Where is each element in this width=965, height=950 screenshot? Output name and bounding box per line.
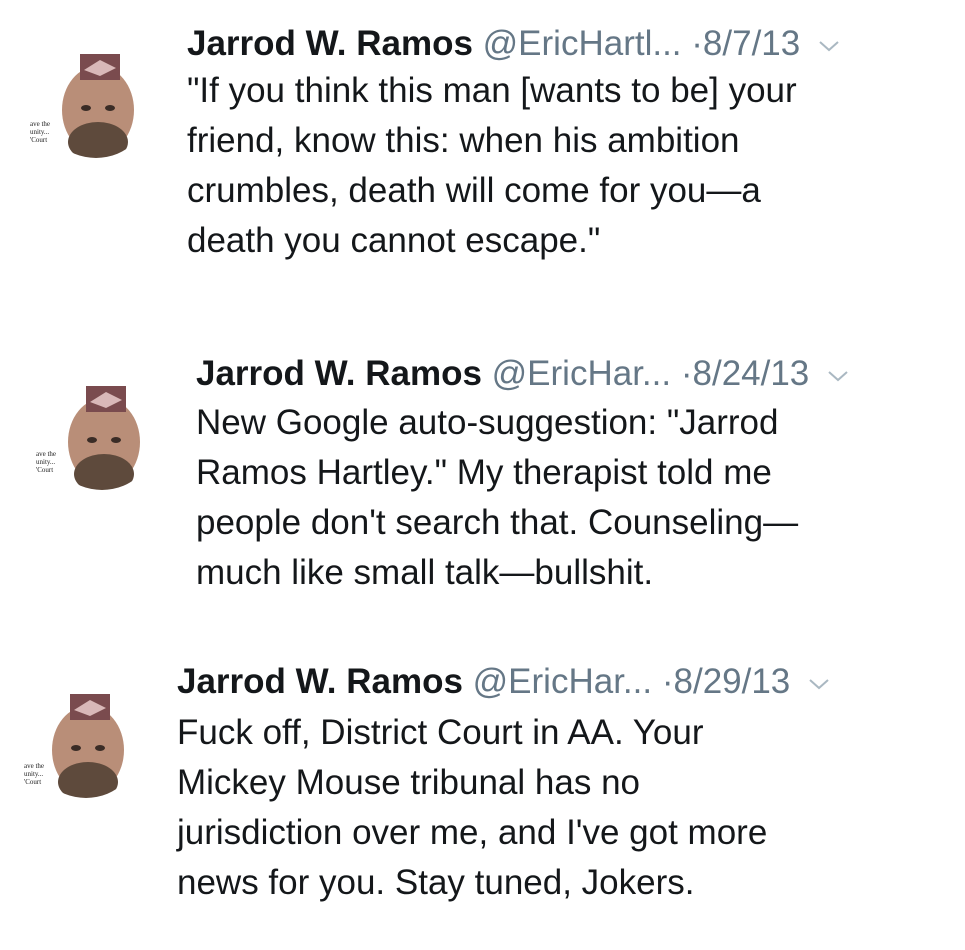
avatar[interactable] bbox=[30, 686, 142, 798]
separator-dot: · bbox=[680, 354, 693, 393]
tweet-header: Jarrod W. Ramos @EricHar... ·8/24/13 bbox=[196, 354, 849, 394]
user-name[interactable]: Jarrod W. Ramos bbox=[196, 354, 482, 393]
tweet-date[interactable]: 8/24/13 bbox=[693, 354, 810, 393]
chevron-down-icon[interactable] bbox=[808, 677, 830, 691]
avatar-caption: ave the unity... 'Court bbox=[24, 762, 45, 786]
avatar[interactable] bbox=[40, 46, 152, 158]
avatar-portrait-icon bbox=[40, 46, 152, 158]
chevron-down-icon[interactable] bbox=[827, 369, 849, 383]
tweet-text: Fuck off, District Court in AA. Your Mic… bbox=[177, 713, 768, 902]
tweet-date[interactable]: 8/7/13 bbox=[703, 24, 800, 63]
avatar-portrait-icon bbox=[46, 378, 158, 490]
tweet-date[interactable]: 8/29/13 bbox=[674, 662, 791, 701]
user-handle[interactable]: @EricHar... bbox=[492, 354, 671, 393]
separator-dot: · bbox=[691, 24, 703, 63]
separator-dot: · bbox=[661, 662, 674, 701]
user-name[interactable]: Jarrod W. Ramos bbox=[177, 662, 463, 701]
avatar-caption: ave the unity... 'Court bbox=[36, 450, 57, 474]
user-handle[interactable]: @EricHar... bbox=[473, 662, 652, 701]
user-handle[interactable]: @EricHartl... bbox=[483, 24, 682, 63]
avatar-portrait-icon bbox=[30, 686, 142, 798]
tweet-text: "If you think this man [wants to be] you… bbox=[187, 71, 797, 260]
tweet-header: Jarrod W. Ramos @EricHar... ·8/29/13 bbox=[177, 662, 830, 702]
user-name[interactable]: Jarrod W. Ramos bbox=[187, 24, 473, 63]
avatar-caption: ave the unity... 'Court bbox=[30, 120, 51, 144]
tweet-header: Jarrod W. Ramos @EricHartl... ·8/7/13 bbox=[187, 24, 840, 64]
avatar[interactable] bbox=[46, 378, 158, 490]
chevron-down-icon[interactable] bbox=[818, 39, 840, 53]
tweet-text: New Google auto-suggestion: "Jarrod Ramo… bbox=[196, 403, 799, 592]
